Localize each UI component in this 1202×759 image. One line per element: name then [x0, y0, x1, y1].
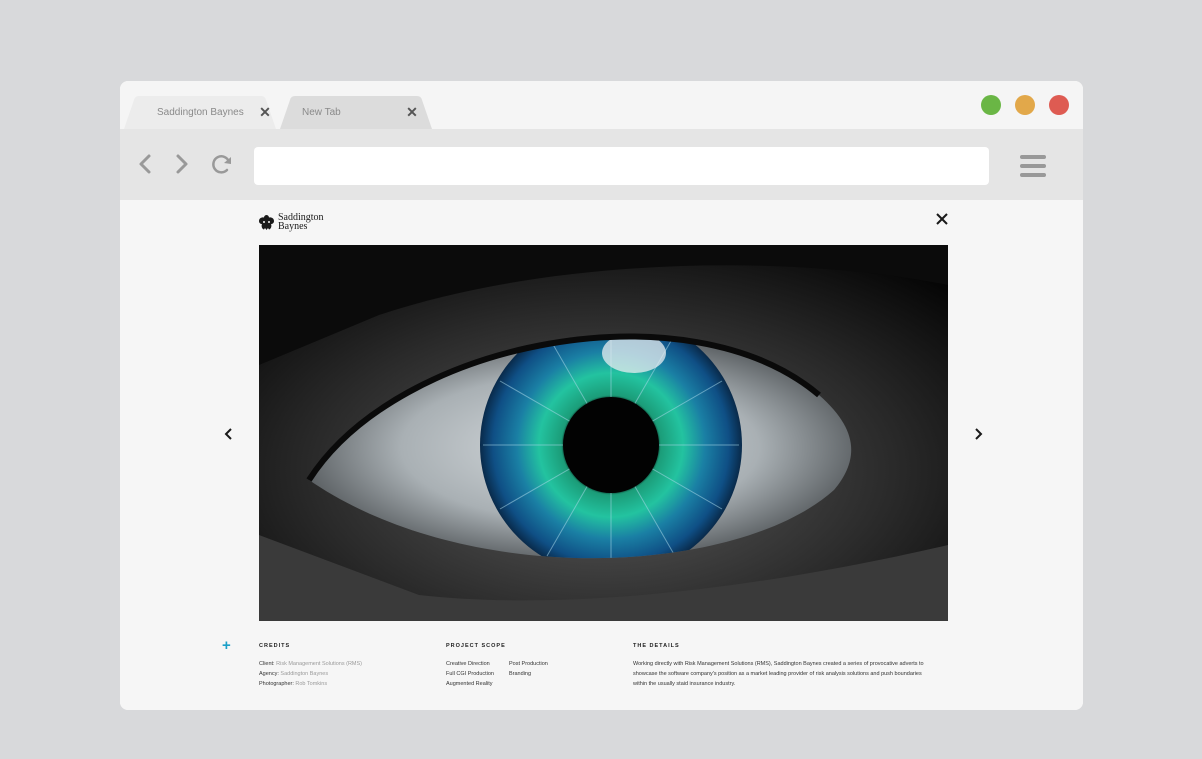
credit-row: Client: Risk Management Solutions (RMS) [259, 659, 429, 669]
credit-value[interactable]: Rob Tomkins [295, 681, 327, 687]
window-controls [981, 95, 1069, 115]
scope-item: Post Production [509, 661, 548, 667]
browser-window: Saddington Baynes ✕ New Tab ✕ Saddington… [120, 81, 1083, 710]
scope-list: Creative Direction Post Production Full … [446, 659, 616, 689]
credits-section: CREDITS Client: Risk Management Solution… [259, 641, 429, 689]
scope-item: Full CGI Production [446, 671, 494, 677]
details-line: showcase the software company's position… [633, 671, 922, 677]
tab-close-icon[interactable]: ✕ [257, 104, 273, 120]
close-window-button[interactable] [1049, 95, 1069, 115]
close-icon[interactable] [934, 211, 950, 227]
credit-label: Client: [259, 661, 275, 667]
credit-label: Agency: [259, 671, 279, 677]
menu-line [1020, 173, 1046, 177]
tab-bar: Saddington Baynes ✕ New Tab ✕ [120, 81, 1083, 129]
details-heading: THE DETAILS [633, 643, 680, 649]
tab-saddington-baynes[interactable]: Saddington Baynes ✕ [124, 96, 276, 129]
tab-label: New Tab [302, 107, 341, 118]
expand-plus-icon[interactable]: + [222, 637, 231, 654]
eye-illustration [259, 245, 948, 621]
previous-image-arrow-icon[interactable] [222, 426, 234, 442]
address-bar[interactable] [254, 147, 989, 185]
next-image-arrow-icon[interactable] [973, 426, 985, 442]
credit-value[interactable]: Risk Management Solutions (RMS) [276, 661, 362, 667]
credit-row: Photographer: Rob Tomkins [259, 679, 429, 689]
scope-item: Creative Direction [446, 661, 490, 667]
credits-heading: CREDITS [259, 643, 291, 649]
details-section: THE DETAILS Working directly with Risk M… [633, 641, 951, 689]
credit-value[interactable]: Saddington Baynes [280, 671, 328, 677]
chevron-left-icon[interactable] [134, 149, 160, 179]
maximize-button[interactable] [981, 95, 1001, 115]
reload-icon[interactable] [209, 149, 235, 179]
logo-line-2: Baynes [278, 221, 308, 232]
logo-text: Saddington Baynes [278, 213, 324, 232]
tab-label: Saddington Baynes [157, 107, 244, 118]
site-logo[interactable]: Saddington Baynes [258, 213, 324, 232]
hamburger-menu-icon[interactable] [1020, 155, 1046, 177]
page-content: Saddington Baynes + CREDITS Client: Risk… [120, 200, 1083, 710]
details-line: Working directly with Risk Management So… [633, 661, 924, 667]
tab-close-icon[interactable]: ✕ [404, 104, 420, 120]
hero-image [259, 245, 948, 621]
credit-label: Photographer: [259, 681, 294, 687]
scope-item: Branding [509, 671, 532, 677]
credit-row: Agency: Saddington Baynes [259, 669, 429, 679]
menu-line [1020, 164, 1046, 168]
logo-mark-icon [259, 214, 274, 230]
tab-new-tab[interactable]: New Tab ✕ [280, 96, 432, 129]
project-scope-section: PROJECT SCOPE Creative Direction Post Pr… [446, 641, 616, 689]
chevron-right-icon[interactable] [169, 149, 195, 179]
details-line: within the usually staid insurance indus… [633, 681, 736, 687]
browser-toolbar [120, 129, 1083, 200]
scope-item: Augmented Reality [446, 681, 493, 687]
minimize-button[interactable] [1015, 95, 1035, 115]
scope-heading: PROJECT SCOPE [446, 643, 506, 649]
menu-line [1020, 155, 1046, 159]
